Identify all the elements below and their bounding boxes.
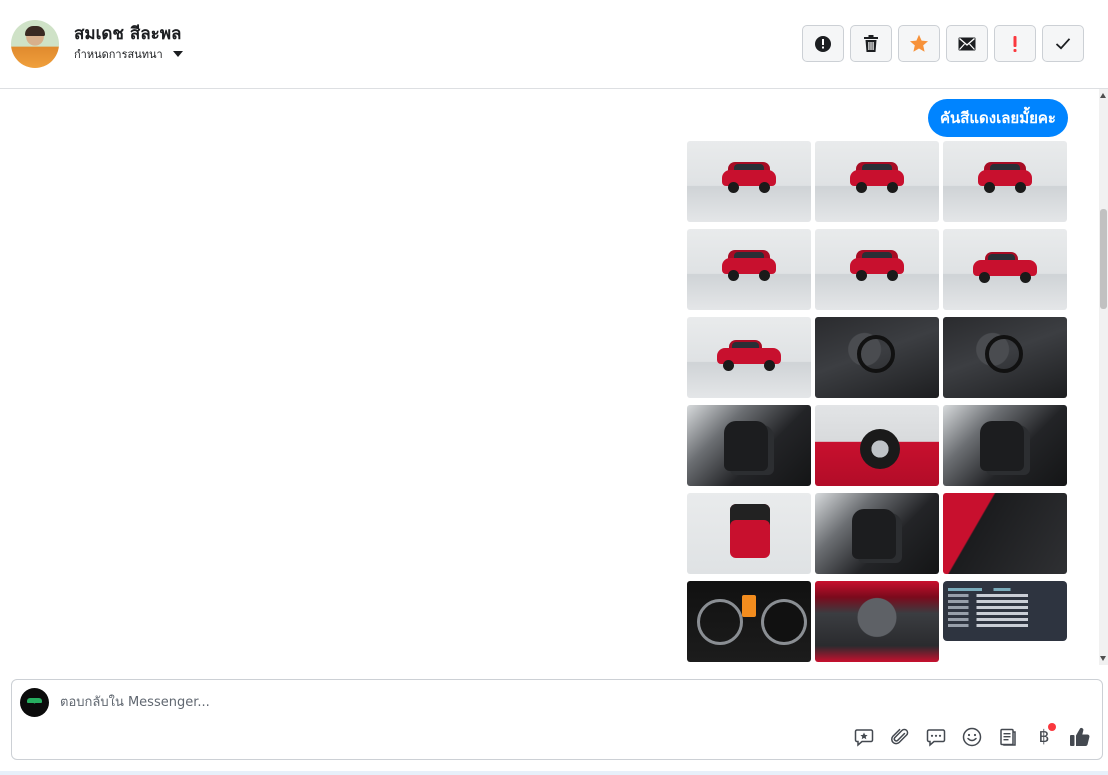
attachment-icon	[891, 728, 909, 745]
alert-circle-icon	[815, 35, 831, 52]
notification-dot	[1048, 723, 1056, 731]
thread-scrollbar[interactable]	[1099, 89, 1108, 665]
contact-name[interactable]: สมเดช สีละพล	[74, 20, 181, 47]
delete-button[interactable]	[850, 25, 892, 62]
trash-icon	[864, 34, 878, 52]
contact-avatar[interactable]	[11, 20, 59, 68]
composer-tools: ฿	[852, 723, 1092, 749]
chat-bubble-button[interactable]	[924, 725, 948, 749]
car-photo-open-trunk[interactable]	[687, 493, 811, 574]
saved-reply-icon	[854, 729, 874, 747]
attachment-button[interactable]	[888, 725, 912, 749]
like-button[interactable]	[1068, 725, 1092, 749]
saved-reply-button[interactable]	[852, 725, 876, 749]
car-photo-interior-front[interactable]	[943, 317, 1067, 398]
exclamation-icon	[1013, 35, 1017, 52]
car-photo-rear-seats[interactable]	[815, 493, 939, 574]
spam-button[interactable]	[802, 25, 844, 62]
scroll-up-arrow-icon[interactable]	[1100, 93, 1106, 98]
conversation-header: สมเดช สีละพล กำหนดการสนทนา	[0, 0, 1108, 89]
car-photo-engine-bay[interactable]	[815, 581, 939, 662]
reply-composer: ฿	[11, 679, 1103, 760]
bottom-edge	[0, 771, 1108, 775]
car-photo-gauge-cluster[interactable]	[687, 581, 811, 662]
mark-unread-button[interactable]	[946, 25, 988, 62]
car-photo-door-panel[interactable]	[943, 493, 1067, 574]
checkmark-icon	[1055, 38, 1071, 50]
mark-done-button[interactable]	[1042, 25, 1084, 62]
car-photo-front-seat[interactable]	[943, 405, 1067, 486]
follow-up-button[interactable]	[994, 25, 1036, 62]
car-photo-side-left[interactable]	[687, 317, 811, 398]
assign-label: กำหนดการสนทนา	[74, 48, 163, 61]
scrollbar-thumb[interactable]	[1100, 209, 1107, 309]
reply-input[interactable]	[60, 690, 960, 714]
receipt-icon	[1000, 728, 1016, 746]
chat-bubble-icon	[926, 729, 946, 747]
page-avatar	[20, 688, 49, 717]
caret-down-icon	[172, 51, 183, 57]
car-photo-side-right[interactable]	[943, 229, 1067, 310]
scroll-down-arrow-icon[interactable]	[1100, 656, 1106, 661]
photo-grid	[687, 141, 1067, 662]
thumbs-up-icon	[1070, 727, 1090, 746]
star-icon	[910, 34, 928, 52]
car-photo-spec-sheet[interactable]	[943, 581, 1067, 641]
car-photo-rear-three-quarter-left[interactable]	[815, 229, 939, 310]
messenger-inbox: สมเดช สีละพล กำหนดการสนทนา คันสีแดงเลยมั…	[0, 0, 1108, 775]
car-photo-wheel[interactable]	[815, 405, 939, 486]
car-photo-front-three-quarter[interactable]	[815, 141, 939, 222]
emoji-button[interactable]	[960, 725, 984, 749]
receipt-button[interactable]	[996, 725, 1020, 749]
emoji-icon	[962, 727, 982, 747]
car-photo-rear-three-quarter[interactable]	[943, 141, 1067, 222]
car-photo-front[interactable]	[687, 141, 811, 222]
conversation-toolbar	[802, 25, 1084, 62]
payment-button[interactable]: ฿	[1032, 723, 1056, 749]
car-photo-rear[interactable]	[687, 229, 811, 310]
car-photo-gear-shifter[interactable]	[687, 405, 811, 486]
star-button[interactable]	[898, 25, 940, 62]
envelope-icon	[958, 37, 976, 50]
baht-icon: ฿	[1038, 727, 1050, 747]
assign-conversation-dropdown[interactable]: กำหนดการสนทนา	[74, 45, 183, 63]
message-thread: คันสีแดงเลยมั้ยคะ	[0, 89, 1108, 665]
car-photo-dashboard[interactable]	[815, 317, 939, 398]
outgoing-message-bubble[interactable]: คันสีแดงเลยมั้ยคะ	[927, 99, 1068, 137]
